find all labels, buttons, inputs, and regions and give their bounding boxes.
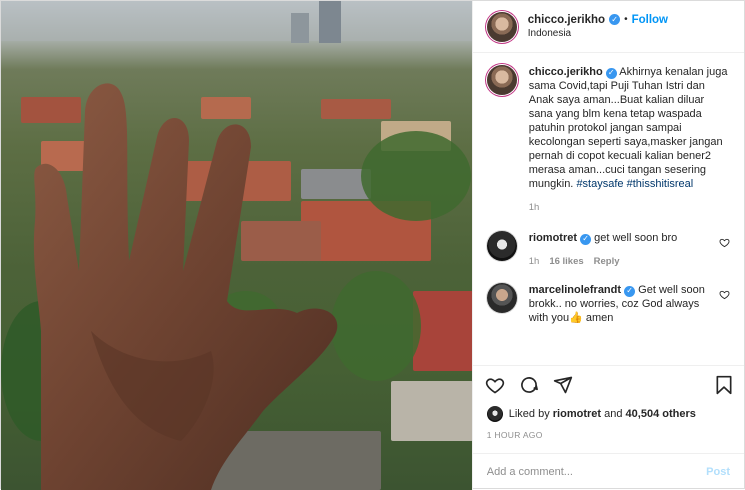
comment-item: marcelinolefrandt ✓ Get well soon brokk.… [486, 283, 730, 325]
commenter-avatar[interactable] [486, 231, 517, 261]
caption-username[interactable]: chicco.jerikho [529, 66, 603, 78]
post-comment-button[interactable]: Post [706, 466, 730, 478]
add-comment-bar: Post [472, 453, 744, 490]
liker-username[interactable]: riomotret [553, 408, 601, 420]
post-photo[interactable] [1, 1, 472, 490]
verified-badge-icon: ✓ [624, 285, 636, 297]
verified-badge-icon: ✓ [605, 67, 617, 79]
comments-list[interactable]: chicco.jerikho ✓ Akhirnya kenalan juga s… [473, 53, 744, 365]
comment-icon[interactable] [519, 375, 539, 395]
comment-meta: 1h 16 likes Reply [529, 255, 713, 269]
commenter-username[interactable]: riomotret [529, 232, 577, 244]
post-header: chicco.jerikho ✓ • Follow Indonesia [472, 1, 744, 53]
hashtag-link[interactable]: #staysafe [576, 178, 623, 190]
verified-badge-icon: ✓ [580, 233, 592, 245]
comment-time[interactable]: 1h [529, 255, 540, 269]
comment-like-heart-icon[interactable] [719, 289, 730, 300]
share-icon[interactable] [553, 375, 573, 395]
hand-silhouette [33, 83, 338, 490]
verified-badge-icon: ✓ [609, 14, 621, 25]
comment-item: riomotret ✓ get well soon bro 1h 16 like… [486, 231, 730, 269]
likes-summary: Liked by riomotret and 40,504 others [473, 403, 744, 425]
commenter-username[interactable]: marcelinolefrandt [529, 284, 621, 296]
action-bar [472, 365, 744, 403]
post-location[interactable]: Indonesia [528, 27, 668, 41]
likes-and: and [604, 408, 623, 420]
author-username[interactable]: chicco.jerikho [528, 13, 605, 27]
add-comment-input[interactable] [486, 466, 707, 478]
comment-body: riomotret ✓ get well soon bro 1h 16 like… [529, 231, 713, 269]
liker-avatar[interactable] [486, 406, 503, 422]
separator-dot: • [624, 13, 628, 25]
caption: chicco.jerikho ✓ Akhirnya kenalan juga s… [486, 65, 730, 215]
caption-meta: 1h [529, 201, 730, 215]
comment-text: get well soon bro [594, 232, 678, 244]
post-side-panel: chicco.jerikho ✓ • Follow Indonesia chic… [471, 1, 744, 490]
heart-icon[interactable] [485, 375, 505, 395]
author-avatar[interactable] [486, 11, 517, 42]
caption-text: Akhirnya kenalan juga sama Covid,tapi Pu… [528, 66, 728, 190]
author-info: chicco.jerikho ✓ • Follow Indonesia [528, 13, 668, 41]
caption-time[interactable]: 1h [529, 201, 540, 215]
reply-button[interactable]: Reply [594, 255, 620, 269]
bookmark-icon[interactable] [714, 375, 734, 395]
post-timestamp[interactable]: 1 HOUR AGO [473, 425, 744, 445]
caption-avatar[interactable] [486, 65, 517, 95]
instagram-post: chicco.jerikho ✓ • Follow Indonesia chic… [0, 0, 745, 490]
comment-likes[interactable]: 16 likes [549, 255, 583, 269]
follow-button[interactable]: Follow [632, 13, 668, 27]
author-row: chicco.jerikho ✓ • Follow [528, 13, 668, 27]
likes-prefix: Liked by [508, 408, 550, 420]
caption-body: chicco.jerikho ✓ Akhirnya kenalan juga s… [529, 65, 730, 215]
likes-others[interactable]: 40,504 others [626, 408, 696, 420]
commenter-avatar[interactable] [486, 283, 517, 313]
hashtag-link[interactable]: #thisshitisreal [627, 178, 694, 190]
comment-body: marcelinolefrandt ✓ Get well soon brokk.… [529, 283, 713, 325]
comment-like-heart-icon[interactable] [719, 237, 730, 248]
